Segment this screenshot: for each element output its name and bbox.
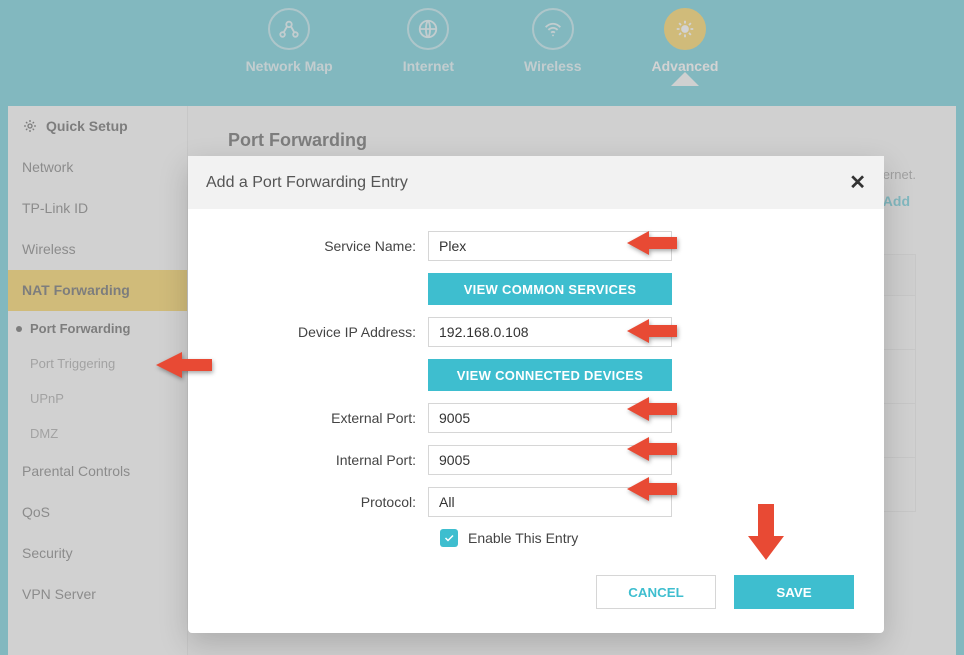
internal-port-input[interactable]: [428, 445, 672, 475]
label-service-name: Service Name:: [228, 238, 428, 254]
view-connected-devices-button[interactable]: VIEW CONNECTED DEVICES: [428, 359, 672, 391]
label-protocol: Protocol:: [228, 494, 428, 510]
device-ip-input[interactable]: [428, 317, 672, 347]
cancel-button[interactable]: CANCEL: [596, 575, 716, 609]
modal-title: Add a Port Forwarding Entry: [206, 174, 408, 192]
save-button[interactable]: SAVE: [734, 575, 854, 609]
enable-entry-label: Enable This Entry: [468, 530, 578, 546]
modal-header: Add a Port Forwarding Entry ✕: [188, 156, 884, 209]
external-port-input[interactable]: [428, 403, 672, 433]
port-forwarding-modal: Add a Port Forwarding Entry ✕ Service Na…: [188, 156, 884, 633]
label-internal-port: Internal Port:: [228, 452, 428, 468]
view-common-services-button[interactable]: VIEW COMMON SERVICES: [428, 273, 672, 305]
enable-entry-checkbox[interactable]: [440, 529, 458, 547]
protocol-select[interactable]: [428, 487, 672, 517]
label-device-ip: Device IP Address:: [228, 324, 428, 340]
close-icon[interactable]: ✕: [849, 170, 866, 195]
label-external-port: External Port:: [228, 410, 428, 426]
service-name-input[interactable]: [428, 231, 672, 261]
